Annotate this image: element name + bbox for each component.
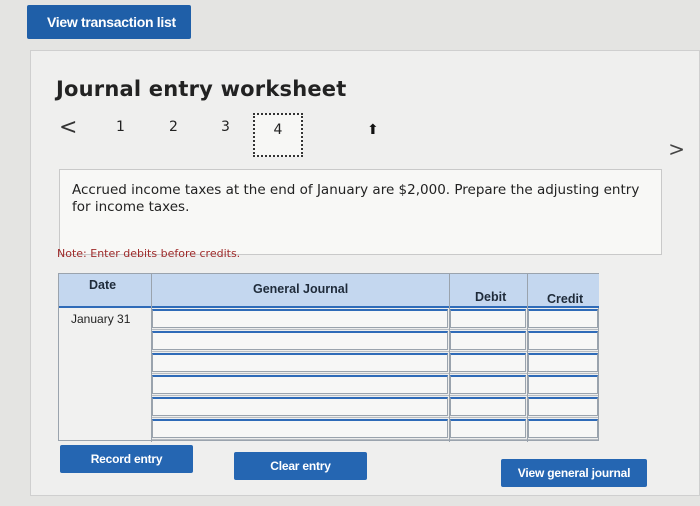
debit-input[interactable] <box>450 419 526 438</box>
chevron-left-icon[interactable]: < <box>59 115 77 140</box>
date-cell[interactable] <box>59 374 151 396</box>
account-input[interactable] <box>152 375 448 394</box>
credit-input[interactable] <box>528 397 598 416</box>
debit-input[interactable] <box>450 397 526 416</box>
worksheet-title: Journal entry worksheet <box>56 77 347 101</box>
clear-entry-button[interactable]: Clear entry <box>234 452 367 480</box>
view-general-journal-button[interactable]: View general journal <box>501 459 647 487</box>
credit-input[interactable] <box>528 331 598 350</box>
account-input[interactable] <box>152 397 448 416</box>
credit-input[interactable] <box>528 419 598 438</box>
debit-input[interactable] <box>450 353 526 372</box>
header-general-journal: General Journal <box>151 274 449 308</box>
date-cell[interactable]: January 31 <box>59 308 151 330</box>
column-divider <box>527 274 528 442</box>
account-input[interactable] <box>152 309 448 328</box>
date-cell[interactable] <box>59 352 151 374</box>
header-date: Date <box>59 274 151 308</box>
table-row <box>59 374 598 396</box>
step-4-active[interactable]: 4 <box>253 113 303 157</box>
account-input[interactable] <box>152 353 448 372</box>
step-1[interactable]: 1 <box>116 119 125 135</box>
header-debit: Debit <box>449 274 527 308</box>
table-row <box>59 330 598 352</box>
journal-table: Date General Journal Debit Credit Januar… <box>58 273 599 442</box>
record-entry-button[interactable]: Record entry <box>60 445 193 473</box>
date-cell[interactable] <box>59 396 151 418</box>
table-row: January 31 <box>59 308 598 330</box>
credit-input[interactable] <box>528 375 598 394</box>
date-cell[interactable] <box>59 418 151 440</box>
debit-input[interactable] <box>450 375 526 394</box>
credit-input[interactable] <box>528 353 598 372</box>
view-transaction-list-button[interactable]: View transaction list <box>27 5 191 39</box>
column-divider <box>449 274 450 442</box>
account-input[interactable] <box>152 331 448 350</box>
step-2[interactable]: 2 <box>169 119 178 135</box>
table-row <box>59 396 598 418</box>
table-row <box>59 418 598 440</box>
column-divider <box>151 274 152 442</box>
mouse-cursor-icon: ⬆ <box>367 121 379 137</box>
debit-input[interactable] <box>450 309 526 328</box>
chevron-right-icon[interactable]: > <box>668 137 685 161</box>
entry-note: Note: Enter debits before credits. <box>57 247 241 260</box>
question-prompt: Accrued income taxes at the end of Janua… <box>59 169 662 255</box>
credit-input[interactable] <box>528 309 598 328</box>
table-row <box>59 352 598 374</box>
debit-input[interactable] <box>450 331 526 350</box>
date-cell[interactable] <box>59 330 151 352</box>
journal-entry-worksheet-panel: Journal entry worksheet < 1 2 3 4 ⬆ > Ac… <box>30 50 700 496</box>
step-3[interactable]: 3 <box>221 119 230 135</box>
header-credit: Credit <box>527 274 599 308</box>
account-input[interactable] <box>152 419 448 438</box>
